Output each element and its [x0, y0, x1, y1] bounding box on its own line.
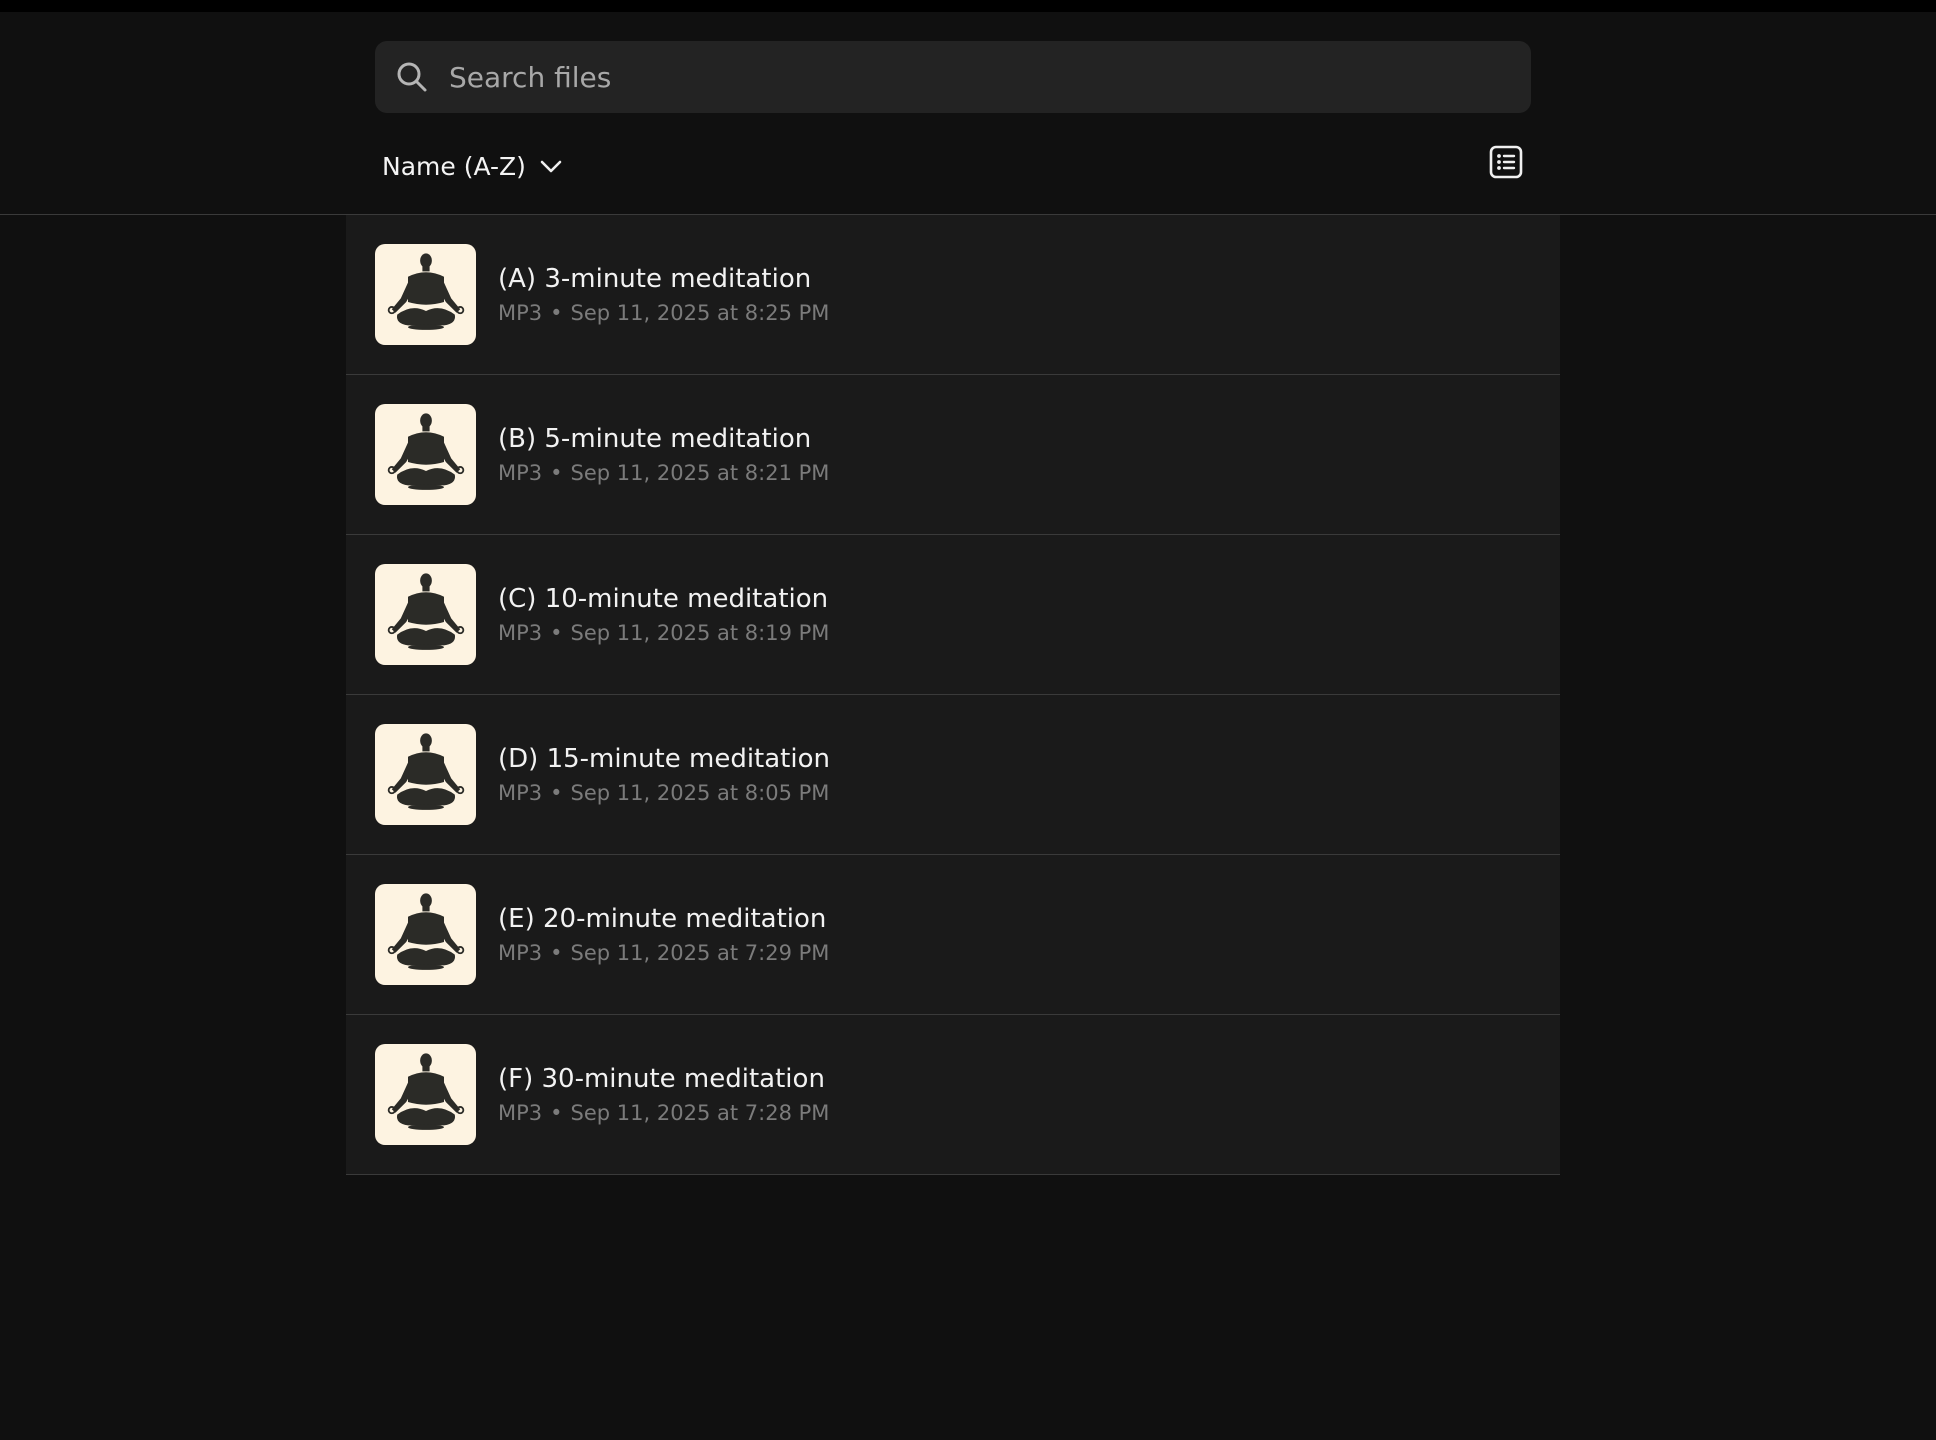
file-row[interactable]: (A) 3-minute meditation MP3 • Sep 11, 2025…	[346, 215, 1560, 375]
file-subtitle: MP3 • Sep 11, 2025 at 7:28 PM	[498, 1098, 829, 1128]
search-input[interactable]	[447, 59, 1451, 95]
sort-label: Name (A-Z)	[382, 151, 526, 181]
file-type: MP3	[498, 1100, 543, 1125]
window-top-strip	[0, 0, 1936, 12]
file-thumbnail	[375, 564, 476, 665]
separator: •	[550, 460, 563, 485]
list-view-toggle-button[interactable]	[1488, 145, 1524, 183]
file-row[interactable]: (F) 30-minute meditation MP3 • Sep 11, 202…	[346, 1015, 1560, 1175]
file-date: Sep 11, 2025 at 8:21 PM	[570, 460, 830, 485]
chevron-down-icon	[538, 153, 564, 179]
file-subtitle: MP3 • Sep 11, 2025 at 8:05 PM	[498, 778, 830, 808]
meditation-icon	[381, 1048, 471, 1142]
meditation-icon	[381, 728, 471, 822]
sort-dropdown[interactable]: Name (A-Z)	[382, 146, 564, 186]
file-title: (D) 15-minute meditation	[498, 743, 830, 774]
file-subtitle: MP3 • Sep 11, 2025 at 7:29 PM	[498, 938, 829, 968]
file-title: (A) 3-minute meditation	[498, 263, 812, 294]
file-subtitle: MP3 • Sep 11, 2025 at 8:19 PM	[498, 618, 829, 648]
file-title: (E) 20-minute meditation	[498, 903, 827, 934]
file-type: MP3	[498, 460, 543, 485]
file-type: MP3	[498, 300, 543, 325]
file-title: (C) 10-minute meditation	[498, 583, 829, 614]
meditation-icon	[381, 888, 471, 982]
file-date: Sep 11, 2025 at 8:05 PM	[570, 780, 830, 805]
file-title: (B) 5-minute meditation	[498, 423, 812, 454]
file-thumbnail	[375, 1044, 476, 1145]
file-subtitle: MP3 • Sep 11, 2025 at 8:21 PM	[498, 458, 829, 488]
separator: •	[550, 620, 563, 645]
file-row[interactable]: (C) 10-minute meditation MP3 • Sep 11, 202…	[346, 535, 1560, 695]
file-row[interactable]: (B) 5-minute meditation MP3 • Sep 11, 2025…	[346, 375, 1560, 535]
separator: •	[550, 300, 563, 325]
file-type: MP3	[498, 780, 543, 805]
search-bar[interactable]	[375, 41, 1531, 113]
search-icon	[395, 60, 429, 94]
file-date: Sep 11, 2025 at 7:29 PM	[570, 940, 830, 965]
file-thumbnail	[375, 884, 476, 985]
meditation-icon	[381, 248, 471, 342]
file-date: Sep 11, 2025 at 8:25 PM	[570, 300, 830, 325]
meditation-icon	[381, 408, 471, 502]
file-row[interactable]: (E) 20-minute meditation MP3 • Sep 11, 202…	[346, 855, 1560, 1015]
file-thumbnail	[375, 244, 476, 345]
separator: •	[550, 780, 563, 805]
file-title: (F) 30-minute meditation	[498, 1063, 825, 1094]
file-list: (A) 3-minute meditation MP3 • Sep 11, 2025…	[346, 215, 1560, 1175]
file-date: Sep 11, 2025 at 8:19 PM	[570, 620, 830, 645]
file-thumbnail	[375, 724, 476, 825]
list-view-icon	[1489, 145, 1523, 183]
file-type: MP3	[498, 940, 543, 965]
file-row[interactable]: (D) 15-minute meditation MP3 • Sep 11, 202…	[346, 695, 1560, 855]
file-thumbnail	[375, 404, 476, 505]
file-date: Sep 11, 2025 at 7:28 PM	[570, 1100, 830, 1125]
separator: •	[550, 1100, 563, 1125]
separator: •	[550, 940, 563, 965]
file-subtitle: MP3 • Sep 11, 2025 at 8:25 PM	[498, 298, 829, 328]
file-type: MP3	[498, 620, 543, 645]
meditation-icon	[381, 568, 471, 662]
